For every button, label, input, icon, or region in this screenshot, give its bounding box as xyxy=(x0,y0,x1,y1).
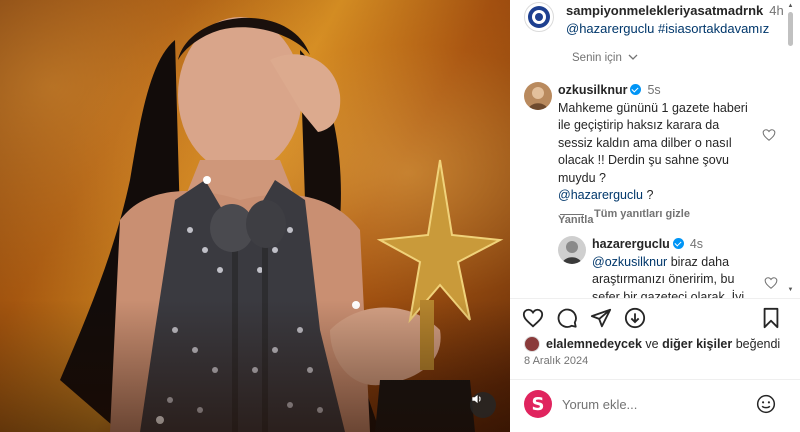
liker-avatar[interactable] xyxy=(524,336,540,352)
comment-mention-suffix: ? xyxy=(642,188,654,202)
profile-photo-icon xyxy=(558,236,586,264)
smiley-icon[interactable] xyxy=(756,394,776,414)
comment-username[interactable]: ozkusilknur xyxy=(558,83,627,97)
heart-outline-icon[interactable] xyxy=(522,307,544,329)
scroll-down-arrow-icon[interactable]: ▼ xyxy=(787,286,794,294)
caption-time: 4h xyxy=(769,3,784,18)
author-avatar[interactable] xyxy=(524,2,554,32)
post-media[interactable] xyxy=(0,0,510,432)
caption-hashtag[interactable]: #isiasortakdavamız xyxy=(658,21,769,36)
add-comment-bar: S xyxy=(510,379,800,432)
speaker-icon xyxy=(472,394,481,404)
translate-label: Senin için xyxy=(572,52,622,64)
likes-suffix: beğendi xyxy=(732,337,781,351)
reply-time: 4s xyxy=(689,237,704,251)
comment-like-heart-icon[interactable] xyxy=(762,128,776,142)
replies-divider xyxy=(560,213,584,215)
profile-photo-icon xyxy=(524,82,552,110)
comment-text: Mahkeme gününü 1 gazete haberi ile geçiş… xyxy=(558,100,748,185)
caption-text: sampiyonmelekleriyasatmadrnk 4h @hazarerg… xyxy=(566,2,784,38)
likes-connector: ve xyxy=(641,337,663,351)
verified-badge-icon xyxy=(630,84,642,95)
chevron-down-icon xyxy=(628,54,638,60)
post-actions: elalemnedeycek ve diğer kişiler beğendi … xyxy=(510,298,800,432)
reply-body: hazarerguclu 4s @ozkusilknur biraz daha a… xyxy=(592,236,762,298)
hide-replies-label: Tüm yanıtları gizle xyxy=(594,208,690,220)
comments-scroll-area[interactable]: sampiyonmelekleriyasatmadrnk 4h @hazarerg… xyxy=(510,0,800,298)
comment-body: ozkusilknur 5s Mahkeme gününü 1 gazete ha… xyxy=(558,82,748,229)
reply-avatar[interactable] xyxy=(558,236,586,264)
comments-panel: sampiyonmelekleriyasatmadrnk 4h @hazarerg… xyxy=(510,0,800,432)
reply-like-heart-icon[interactable] xyxy=(764,276,778,290)
mute-button[interactable] xyxy=(470,392,496,418)
translate-toggle[interactable]: Senin için xyxy=(572,52,638,64)
current-user-avatar: S xyxy=(524,390,552,418)
verified-badge-icon xyxy=(672,238,684,249)
avatar-letter: S xyxy=(531,393,545,415)
other-likers-link[interactable]: diğer kişiler xyxy=(662,337,732,351)
post-date: 8 Aralık 2024 xyxy=(524,355,589,367)
paper-plane-icon[interactable] xyxy=(590,307,612,329)
scroll-up-arrow-icon[interactable]: ▲ xyxy=(787,2,794,10)
scrollbar-thumb[interactable] xyxy=(788,12,793,46)
media-vignette xyxy=(0,300,510,432)
comment-avatar[interactable] xyxy=(524,82,552,110)
comment-bubble-icon[interactable] xyxy=(556,307,578,329)
comment-input[interactable] xyxy=(562,394,742,414)
liker-username[interactable]: elalemnedeycek xyxy=(546,337,642,351)
repost-circle-icon[interactable] xyxy=(624,307,646,329)
comment-mention[interactable]: @hazarerguclu xyxy=(558,188,643,202)
hide-replies-toggle[interactable]: Tüm yanıtları gizle xyxy=(560,208,690,220)
caption-author[interactable]: sampiyonmelekleriyasatmadrnk xyxy=(566,3,763,18)
bookmark-icon[interactable] xyxy=(760,307,782,329)
scrollbar[interactable]: ▲ ▼ xyxy=(787,2,794,294)
likes-summary: elalemnedeycek ve diğer kişiler beğendi xyxy=(524,335,780,353)
club-logo-icon xyxy=(528,6,550,28)
comment-time: 5s xyxy=(647,83,661,97)
reply-username[interactable]: hazarerguclu xyxy=(592,237,670,251)
caption-mention[interactable]: @hazarerguclu xyxy=(566,21,654,36)
reply-mention[interactable]: @ozkusilknur xyxy=(592,255,667,269)
